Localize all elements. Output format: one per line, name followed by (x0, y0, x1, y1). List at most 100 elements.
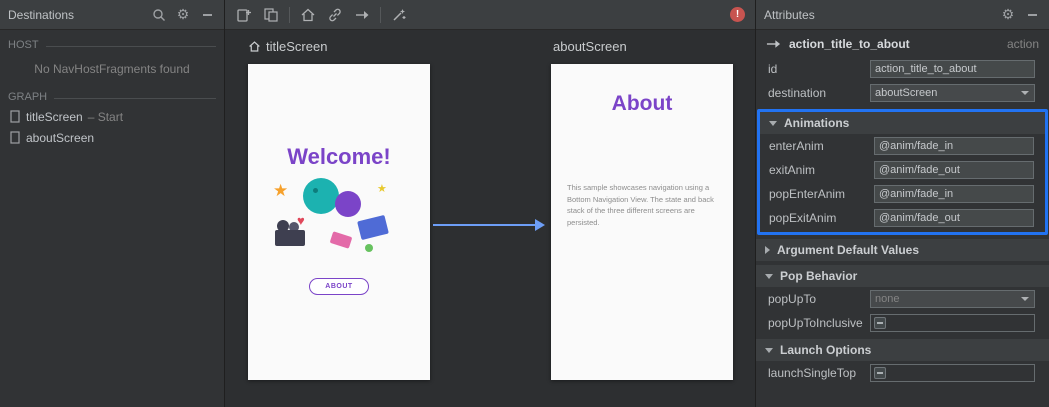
id-input[interactable] (870, 60, 1035, 78)
pop-behavior-section-header[interactable]: Pop Behavior (756, 265, 1049, 287)
teal-circle-shape (303, 178, 339, 214)
animations-section-title: Animations (784, 116, 850, 130)
navigation-editor: Destinations ⚙ HOST No NavHostFragments … (0, 0, 1049, 407)
home-icon[interactable] (299, 6, 317, 24)
launch-options-section-title: Launch Options (780, 343, 872, 357)
design-surface: titleScreen Welcome! ★ ★ ♥ (225, 0, 755, 407)
popupto-label: popUpTo (768, 292, 817, 306)
destinations-panel-title: Destinations (8, 7, 75, 22)
destinations-panel-header: Destinations ⚙ (0, 0, 224, 30)
star-icon: ★ (273, 181, 289, 200)
destination-dropdown[interactable]: aboutScreen (870, 84, 1035, 102)
canvas-toolbar (225, 0, 755, 30)
host-section-divider (45, 45, 216, 47)
chevron-down-icon (1018, 86, 1032, 100)
attributes-panel-title: Attributes (764, 7, 815, 22)
graph-section-divider (54, 97, 216, 99)
graph-item-suffix: – Start (87, 109, 124, 124)
enter-anim-label: enterAnim (769, 139, 824, 153)
graph-label-text: GRAPH (8, 91, 48, 103)
host-label-text: HOST (8, 39, 39, 51)
pop-exit-anim-row: popExitAnim (760, 206, 1045, 230)
about-heading: About (611, 92, 673, 115)
id-label: id (768, 62, 778, 76)
popuptoinclusive-row: popUpToInclusive (756, 311, 1049, 335)
navigation-canvas[interactable]: titleScreen Welcome! ★ ★ ♥ ABOUT aboutSc… (225, 30, 755, 407)
clapperboard-shape (357, 214, 389, 241)
screen-icon (10, 110, 20, 123)
star-icon: ★ (377, 183, 387, 195)
animations-section-header[interactable]: Animations (760, 112, 1045, 134)
projector-body-shape (275, 230, 305, 246)
launchsingletop-label: launchSingleTop (768, 366, 857, 380)
pop-enter-anim-input[interactable] (874, 185, 1034, 203)
about-screen-preview[interactable]: About This sample showcases navigation u… (551, 64, 733, 380)
popuptoinclusive-label: popUpToInclusive (768, 316, 863, 330)
ticket-shape (329, 231, 353, 249)
action-connection-arrow[interactable] (433, 219, 545, 231)
launch-options-section-header[interactable]: Launch Options (756, 339, 1049, 361)
host-section-label: HOST (0, 30, 224, 54)
error-indicator-icon[interactable] (730, 7, 745, 22)
purple-circle-shape (335, 191, 361, 217)
screen-icon (10, 131, 20, 144)
title-screen-preview[interactable]: Welcome! ★ ★ ♥ ABOUT (248, 64, 430, 380)
animations-highlight-box: Animations enterAnim exitAnim popEnterAn… (757, 109, 1048, 235)
exit-anim-label: exitAnim (769, 163, 816, 177)
title-screen-label[interactable]: titleScreen (248, 39, 327, 54)
destinations-panel: Destinations ⚙ HOST No NavHostFragments … (0, 0, 225, 407)
id-attribute-row: id (756, 57, 1049, 81)
selected-action-row: action_title_to_about action (756, 30, 1049, 57)
indeterminate-checkbox-icon (874, 317, 886, 329)
gear-icon[interactable]: ⚙ (174, 6, 192, 24)
popupto-value: none (875, 293, 900, 305)
minimize-icon[interactable] (198, 6, 216, 24)
search-icon[interactable] (150, 6, 168, 24)
about-body-text: This sample showcases navigation using a… (567, 183, 714, 227)
indeterminate-checkbox-icon (874, 367, 886, 379)
attributes-panel: Attributes ⚙ action_title_to_about actio… (755, 0, 1049, 407)
pop-behavior-section-title: Pop Behavior (780, 269, 858, 283)
gear-icon[interactable]: ⚙ (999, 6, 1017, 24)
chevron-down-icon (1018, 292, 1032, 306)
popuptoinclusive-checkbox[interactable] (870, 314, 1035, 332)
duplicate-icon[interactable] (262, 6, 280, 24)
green-dot-shape (365, 244, 373, 252)
pop-exit-anim-input[interactable] (874, 209, 1034, 227)
graph-item-name: aboutScreen (26, 130, 95, 145)
start-home-icon (249, 41, 260, 52)
expand-icon (765, 246, 770, 254)
enter-anim-input[interactable] (874, 137, 1034, 155)
toolbar-separator (380, 6, 381, 23)
graph-item-about-screen[interactable]: aboutScreen (0, 127, 224, 148)
launchsingletop-checkbox[interactable] (870, 364, 1035, 382)
arrowhead (535, 219, 545, 231)
argument-defaults-section-title: Argument Default Values (777, 243, 920, 257)
about-button[interactable]: ABOUT (309, 278, 369, 295)
minimize-icon[interactable] (1023, 6, 1041, 24)
destination-label: destination (768, 86, 827, 100)
graph-item-title-screen[interactable]: titleScreen – Start (0, 106, 224, 127)
collapse-icon (765, 347, 773, 353)
title-screen-label-text: titleScreen (266, 39, 328, 54)
toolbar-separator (289, 6, 290, 23)
action-arrow-icon[interactable] (353, 6, 371, 24)
host-empty-message: No NavHostFragments found (34, 62, 190, 76)
new-destination-icon[interactable] (235, 6, 253, 24)
argument-defaults-section-header[interactable]: Argument Default Values (756, 239, 1049, 261)
destination-attribute-row: destination aboutScreen (756, 81, 1049, 105)
about-screen-label[interactable]: aboutScreen (553, 39, 627, 54)
exit-anim-input[interactable] (874, 161, 1034, 179)
auto-arrange-icon[interactable] (390, 6, 408, 24)
exit-anim-row: exitAnim (760, 158, 1045, 182)
action-kind: action (1006, 36, 1039, 51)
pop-enter-anim-row: popEnterAnim (760, 182, 1045, 206)
deep-link-icon[interactable] (326, 6, 344, 24)
popupto-dropdown[interactable]: none (870, 290, 1035, 308)
action-arrow-icon (766, 39, 781, 48)
enter-anim-row: enterAnim (760, 134, 1045, 158)
title-illustration: ★ ★ ♥ (273, 178, 405, 262)
graph-item-name: titleScreen (26, 109, 83, 124)
collapse-icon (765, 273, 773, 279)
destination-value: aboutScreen (875, 87, 938, 99)
